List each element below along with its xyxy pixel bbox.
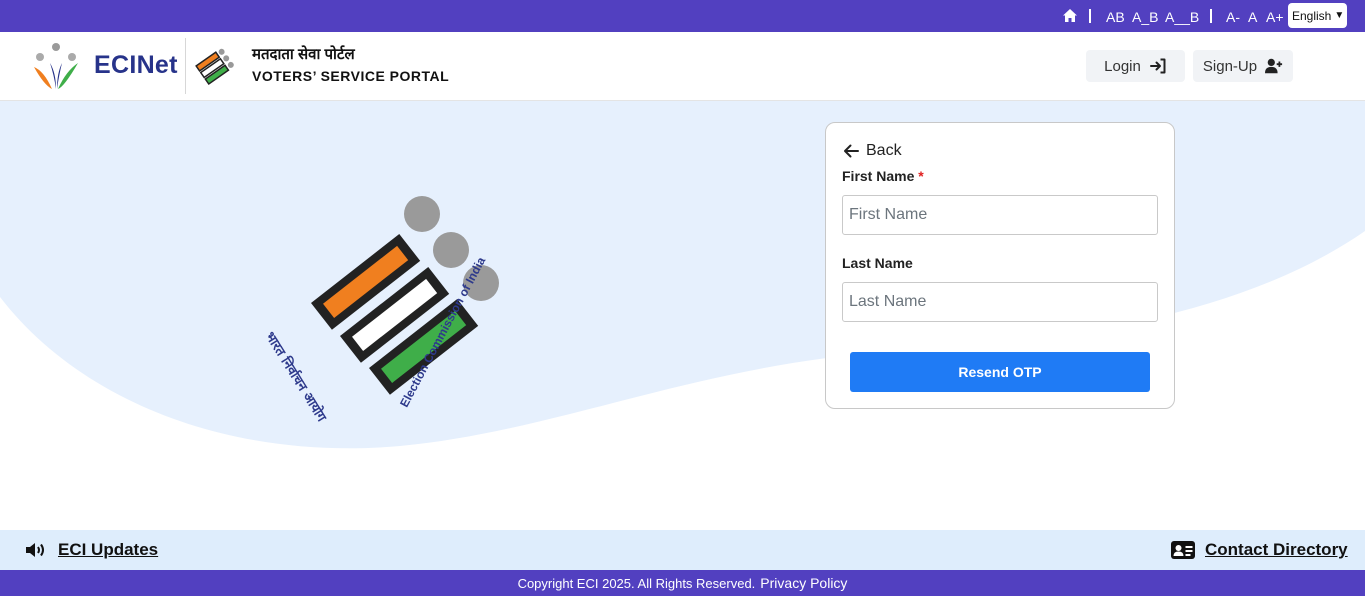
eci-emblem-graphic bbox=[311, 196, 499, 395]
arrow-left-icon bbox=[844, 144, 859, 158]
back-label: Back bbox=[866, 142, 902, 159]
portal-title-hindi: मतदाता सेवा पोर्टल bbox=[252, 46, 355, 63]
login-button[interactable]: Login bbox=[1086, 50, 1185, 82]
contact-directory-link[interactable]: Contact Directory bbox=[1205, 540, 1348, 560]
language-select[interactable]: English ▼ bbox=[1288, 3, 1347, 28]
eci-emblem: भारत निर्वाचन आयोग Election Commission o… bbox=[262, 193, 520, 424]
signup-label: Sign-Up bbox=[1202, 57, 1258, 75]
language-select-value: English bbox=[1292, 8, 1332, 23]
font-decrease-button[interactable]: A- bbox=[1226, 9, 1240, 25]
first-name-input[interactable] bbox=[842, 195, 1158, 235]
speaker-icon bbox=[26, 543, 44, 557]
font-increase-button[interactable]: A+ bbox=[1266, 9, 1284, 25]
signup-button[interactable]: Sign-Up bbox=[1193, 50, 1293, 82]
add-user-icon bbox=[1265, 58, 1283, 74]
privacy-policy-link[interactable]: Privacy Policy bbox=[760, 575, 847, 591]
last-name-input[interactable] bbox=[842, 282, 1158, 322]
divider bbox=[1089, 9, 1091, 23]
contrast-option-medium[interactable]: A_B bbox=[1132, 9, 1158, 25]
ecinet-logo-icon[interactable] bbox=[30, 41, 82, 93]
divider bbox=[185, 38, 186, 94]
name-form-card: Back First Name * Last Name Resend OTP bbox=[825, 122, 1175, 409]
portal-title-english: VOTERS’ SERVICE PORTAL bbox=[252, 68, 450, 84]
eci-emblem-small-icon bbox=[193, 43, 237, 87]
brand-name[interactable]: ECINet bbox=[94, 51, 178, 80]
font-normal-button[interactable]: A bbox=[1248, 9, 1257, 25]
site-footer: Copyright ECI 2025. All Rights Reserved.… bbox=[0, 570, 1365, 596]
site-header: ECINet मतदाता सेवा पोर्टल VOTERS’ SERVIC… bbox=[0, 32, 1365, 101]
contrast-option-normal[interactable]: AB bbox=[1106, 9, 1125, 25]
contact-card-icon bbox=[1171, 541, 1195, 559]
eci-updates-link[interactable]: ECI Updates bbox=[58, 540, 158, 560]
divider bbox=[1210, 9, 1212, 23]
resend-otp-button[interactable]: Resend OTP bbox=[850, 352, 1150, 392]
login-arrow-icon bbox=[1149, 58, 1166, 74]
first-name-label-text: First Name bbox=[842, 168, 915, 184]
top-utility-bar: AB A_B A__B A- A A+ English ▼ bbox=[0, 0, 1365, 32]
last-name-label: Last Name bbox=[842, 255, 913, 271]
contrast-option-high[interactable]: A__B bbox=[1165, 9, 1199, 25]
chevron-down-icon: ▼ bbox=[1334, 10, 1345, 21]
copyright-text: Copyright ECI 2025. All Rights Reserved. bbox=[517, 575, 756, 591]
home-icon[interactable] bbox=[1062, 8, 1078, 24]
first-name-label: First Name * bbox=[842, 168, 924, 184]
updates-bar: ECI Updates Contact Directory bbox=[0, 530, 1365, 570]
main-content: भारत निर्वाचन आयोग Election Commission o… bbox=[0, 101, 1365, 530]
login-label: Login bbox=[1104, 57, 1141, 75]
back-button[interactable]: Back bbox=[842, 142, 902, 160]
required-mark: * bbox=[918, 168, 924, 184]
